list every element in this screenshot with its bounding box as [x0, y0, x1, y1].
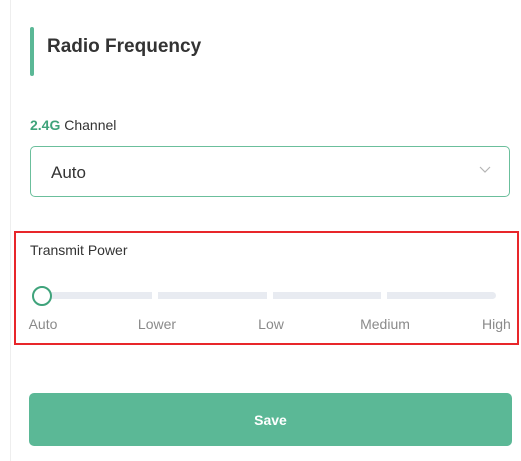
chevron-down-icon: [479, 166, 491, 173]
left-divider: [10, 0, 11, 461]
slider-tick: [152, 291, 158, 300]
slider-mark-auto[interactable]: Auto: [29, 316, 58, 332]
slider-mark-lower[interactable]: Lower: [138, 316, 176, 332]
save-button[interactable]: Save: [29, 393, 512, 446]
slider-mark-medium[interactable]: Medium: [360, 316, 410, 332]
section-title: Radio Frequency: [47, 36, 202, 57]
transmit-power-slider-handle[interactable]: [32, 286, 52, 306]
channel-label: 2.4G Channel: [30, 117, 116, 133]
section-accent-bar: [30, 27, 34, 76]
slider-mark-low[interactable]: Low: [258, 316, 284, 332]
channel-select-value: Auto: [51, 163, 86, 182]
slider-mark-high[interactable]: High: [482, 316, 511, 332]
slider-tick: [267, 291, 273, 300]
channel-band-label: 2.4G: [30, 117, 61, 133]
transmit-power-label: Transmit Power: [30, 242, 128, 258]
channel-text-label: Channel: [64, 117, 117, 133]
slider-tick: [381, 291, 387, 300]
radio-frequency-page: Radio Frequency 2.4G Channel Auto Transm…: [0, 0, 521, 461]
channel-select[interactable]: Auto: [30, 146, 510, 197]
